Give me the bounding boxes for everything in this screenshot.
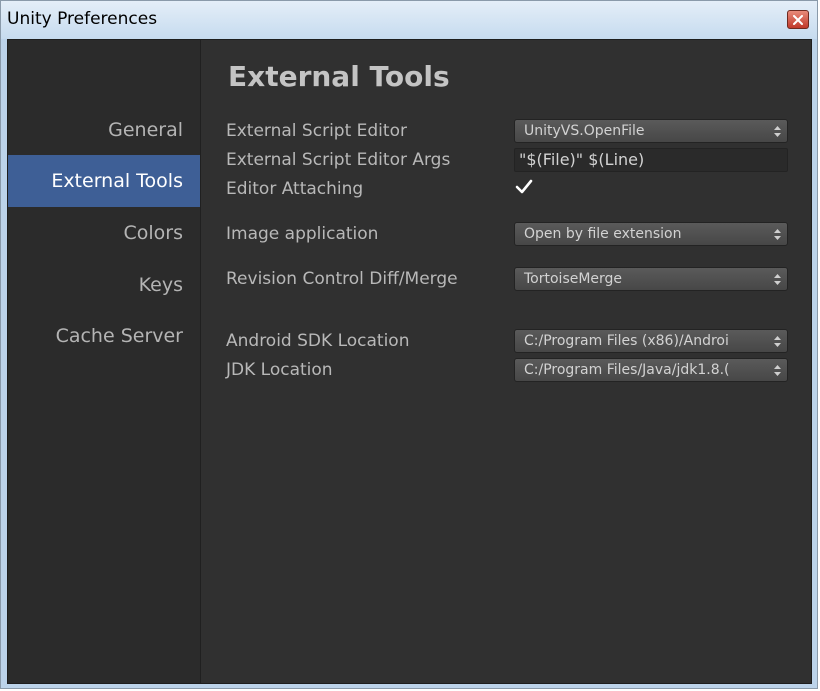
sidebar: General External Tools Colors Keys Cache… (8, 40, 201, 683)
close-button[interactable] (787, 10, 809, 29)
dropdown-value: UnityVS.OpenFile (524, 123, 645, 139)
close-icon (793, 14, 803, 25)
editor-attaching-label: Editor Attaching (226, 179, 364, 199)
dropdown-value: Open by file extension (524, 226, 682, 242)
sidebar-item-label: External Tools (51, 170, 183, 192)
jdk-location-label: JDK Location (226, 360, 333, 380)
up-down-arrows-icon (773, 120, 781, 142)
sidebar-item-label: Cache Server (55, 325, 183, 347)
checkmark-icon (515, 179, 533, 194)
dropdown-value: TortoiseMerge (524, 271, 623, 287)
external-script-editor-dropdown[interactable]: UnityVS.OpenFile (514, 119, 788, 143)
external-script-editor-label: External Script Editor (226, 121, 407, 141)
page-title: External Tools (228, 60, 450, 93)
window-title: Unity Preferences (7, 9, 158, 29)
up-down-arrows-icon (773, 223, 781, 245)
sidebar-item-label: Keys (138, 274, 183, 296)
image-application-label: Image application (226, 224, 379, 244)
sidebar-item-label: Colors (123, 222, 183, 244)
sidebar-item-label: General (108, 119, 183, 141)
external-script-editor-args-input[interactable]: "$(File)" $(Line) (514, 148, 788, 172)
revision-control-dropdown[interactable]: TortoiseMerge (514, 267, 788, 291)
external-script-editor-args-label: External Script Editor Args (226, 150, 451, 170)
main-panel: External Tools External Script Editor Un… (201, 40, 811, 683)
jdk-location-dropdown[interactable]: C:/Program Files/Java/jdk1.8.( (514, 358, 788, 382)
sidebar-item-colors[interactable]: Colors (8, 207, 200, 259)
preferences-client-area: General External Tools Colors Keys Cache… (7, 39, 812, 684)
up-down-arrows-icon (773, 330, 781, 352)
sidebar-item-cache-server[interactable]: Cache Server (8, 310, 200, 362)
android-sdk-location-label: Android SDK Location (226, 331, 410, 351)
title-bar[interactable]: Unity Preferences (1, 1, 817, 39)
up-down-arrows-icon (773, 268, 781, 290)
dropdown-value: C:/Program Files (x86)/Androi (524, 333, 729, 349)
image-application-dropdown[interactable]: Open by file extension (514, 222, 788, 246)
revision-control-label: Revision Control Diff/Merge (226, 269, 458, 289)
android-sdk-location-dropdown[interactable]: C:/Program Files (x86)/Androi (514, 329, 788, 353)
sidebar-item-external-tools[interactable]: External Tools (8, 155, 200, 207)
preferences-window: Unity Preferences General External Tools… (0, 0, 818, 689)
sidebar-item-general[interactable]: General (8, 104, 200, 156)
sidebar-item-keys[interactable]: Keys (8, 259, 200, 311)
up-down-arrows-icon (773, 359, 781, 381)
editor-attaching-checkbox[interactable] (514, 177, 534, 197)
dropdown-value: C:/Program Files/Java/jdk1.8.( (524, 362, 730, 378)
